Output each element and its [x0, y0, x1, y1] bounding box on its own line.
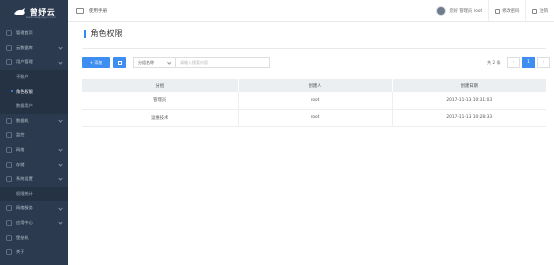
- sidebar-item[interactable]: 网络服务: [0, 201, 68, 216]
- total-count: 共 2 条: [487, 59, 501, 65]
- main-panel: 角色权限 + 添加 分组名称 请输入搜索内容 共 2 条 ‹ 1 › 分组 创建…: [68, 22, 554, 265]
- sidebar-item[interactable]: 权限统计: [0, 186, 68, 202]
- page-button-current[interactable]: 1: [522, 57, 535, 68]
- cell-created-date: 2017-11-13 10:28:33: [392, 109, 546, 127]
- sidebar-item[interactable]: 堡垒机: [0, 230, 68, 245]
- sidebar-item-label: 数据机: [16, 117, 29, 123]
- logout-link[interactable]: 注销: [539, 8, 548, 14]
- chevron-down-icon: [166, 60, 171, 65]
- server-icon: [6, 118, 12, 124]
- storage-icon: [6, 161, 12, 168]
- filter-select-value: 分组名称: [138, 59, 154, 65]
- network-icon: [6, 147, 12, 153]
- toolbar: + 添加 分组名称 请输入搜索内容 共 2 条 ‹ 1 ›: [82, 56, 550, 70]
- manual-icon: [76, 7, 84, 14]
- sidebar: 曾妤云 www.zengyuyun.com 管理首页 云数据库 用户管理 子账户 角色权…: [0, 0, 68, 265]
- column-header-created-date[interactable]: 创建日期: [392, 79, 546, 92]
- sidebar-item[interactable]: 存储: [0, 157, 68, 172]
- roles-table: 分组 创建人 创建日期 管理员 root 2017-11-13 10:31:03…: [82, 79, 546, 127]
- service-icon: [6, 205, 12, 212]
- avatar[interactable]: [436, 6, 447, 16]
- app-icon: [6, 220, 12, 226]
- sidebar-item-label: 关于: [16, 249, 25, 255]
- cell-creator: root: [238, 92, 393, 110]
- sidebar-item-label: 云数据库: [16, 44, 33, 50]
- topbar-user-area: 您好 管理员 root 修改密码 注销: [436, 0, 548, 22]
- page-title-text: 角色权限: [90, 29, 123, 38]
- change-password-link[interactable]: 修改密码: [502, 8, 519, 14]
- user-greeting[interactable]: 您好 管理员 root: [449, 8, 482, 14]
- sidebar-item-label: 用户管理: [16, 59, 33, 65]
- sidebar-item-label: 网络服务: [16, 205, 33, 211]
- sidebar-item-label: 数据用户: [16, 103, 33, 109]
- manual-link[interactable]: 使用手册: [89, 8, 107, 14]
- chevron-down-icon: [58, 60, 63, 65]
- sidebar-item-label: 权限统计: [16, 190, 33, 196]
- sidebar-item-label: 网络: [16, 147, 25, 153]
- chevron-down-icon: [58, 118, 63, 123]
- divider: [525, 0, 527, 22]
- sidebar-item[interactable]: 系统设置: [0, 172, 68, 187]
- chevron-down-icon: [58, 162, 63, 167]
- sidebar-nav: 管理首页云数据库用户管理子账户角色权限数据用户数据机监控网络存储系统设置权限统计…: [0, 26, 68, 260]
- sidebar-item[interactable]: 数据机: [0, 114, 68, 129]
- table-row[interactable]: 管理员 root 2017-11-13 10:31:03: [82, 92, 546, 110]
- prev-page-button[interactable]: ‹: [507, 57, 520, 68]
- topbar: 使用手册 您好 管理员 root 修改密码 注销: [68, 0, 554, 22]
- sidebar-item-label: 存储: [16, 161, 25, 167]
- sidebar-item[interactable]: 管理首页: [0, 26, 68, 41]
- next-page-button[interactable]: ›: [537, 57, 550, 68]
- title-accent-bar: [84, 29, 86, 38]
- cell-created-date: 2017-11-13 10:31:03: [392, 92, 546, 110]
- cell-group: 运维技术: [82, 109, 239, 127]
- sidebar-item[interactable]: 角色权限: [0, 84, 68, 99]
- lock-icon: [495, 8, 501, 14]
- chevron-down-icon: [58, 176, 63, 182]
- add-button[interactable]: + 添加: [82, 57, 110, 68]
- sidebar-item-label: 管理首页: [16, 30, 33, 36]
- table-header-row: 分组 创建人 创建日期: [82, 79, 546, 92]
- bastion-icon: [6, 234, 12, 241]
- app-root: 曾妤云 www.zengyuyun.com 管理首页 云数据库 用户管理 子账户 角色权…: [0, 0, 554, 265]
- sidebar-item-label: 应用中心: [16, 220, 33, 226]
- sidebar-item-label: 监控: [16, 132, 25, 138]
- filter-select[interactable]: 分组名称: [133, 57, 175, 68]
- info-icon: [6, 249, 12, 256]
- page-title: 角色权限: [84, 28, 123, 39]
- sidebar-item-label: 堡垒机: [16, 234, 29, 240]
- square-icon: [117, 60, 122, 65]
- column-header-creator[interactable]: 创建人: [238, 79, 393, 92]
- divider: [82, 48, 546, 49]
- settings-icon: [6, 176, 12, 183]
- chevron-down-icon: [58, 206, 63, 211]
- sidebar-item-label: 系统设置: [16, 176, 33, 182]
- logout-icon: [532, 8, 538, 14]
- refresh-button[interactable]: [113, 57, 126, 68]
- column-header-group[interactable]: 分组: [82, 79, 239, 92]
- home-icon: [6, 30, 12, 37]
- sidebar-item[interactable]: 云数据库: [0, 41, 68, 56]
- chevron-down-icon: [58, 220, 63, 225]
- sidebar-item[interactable]: 应用中心: [0, 216, 68, 231]
- database-icon: [6, 45, 12, 51]
- brand-sub: www.zengyuyun.com: [26, 16, 56, 19]
- leopard-logo-icon: [13, 8, 25, 15]
- sidebar-item[interactable]: 关于: [0, 245, 68, 260]
- cell-creator: root: [238, 109, 393, 127]
- divider: [488, 0, 490, 22]
- chevron-down-icon: [58, 45, 63, 50]
- sidebar-item-label: 子账户: [16, 74, 29, 80]
- sidebar-item[interactable]: 子账户: [0, 69, 68, 85]
- sidebar-item-label: 角色权限: [16, 88, 33, 94]
- search-input[interactable]: 请输入搜索内容: [175, 57, 270, 68]
- table-row[interactable]: 运维技术 root 2017-11-13 10:28:33: [82, 109, 546, 127]
- sidebar-item[interactable]: 数据用户: [0, 98, 68, 114]
- cell-group: 管理员: [82, 92, 239, 110]
- chevron-down-icon: [58, 147, 63, 152]
- monitor-icon: [6, 132, 12, 139]
- user-icon: [6, 59, 12, 66]
- sidebar-item[interactable]: 用户管理: [0, 55, 68, 70]
- sidebar-item[interactable]: 网络: [0, 143, 68, 158]
- sidebar-item[interactable]: 监控: [0, 128, 68, 143]
